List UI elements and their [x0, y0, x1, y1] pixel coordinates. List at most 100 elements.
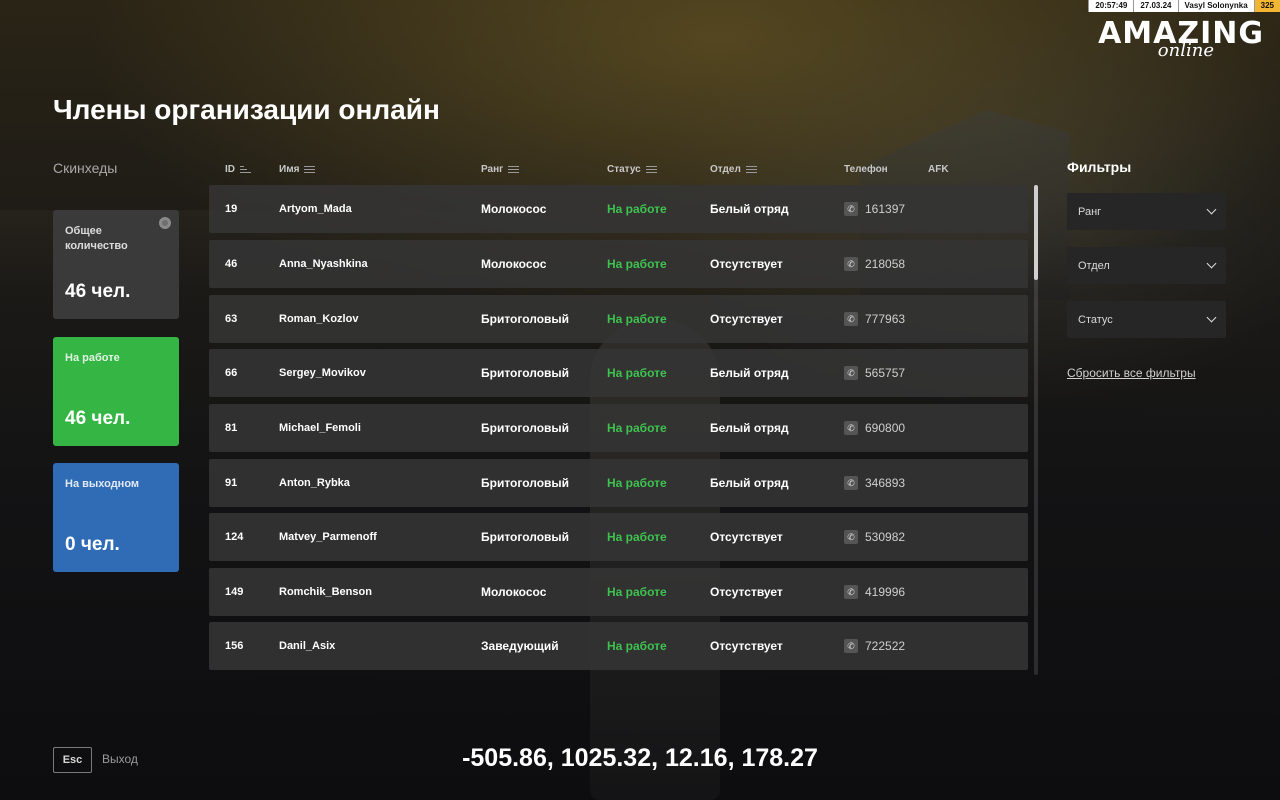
member-dept: Отсутствует — [710, 257, 783, 271]
member-id: 66 — [225, 367, 238, 379]
filter-label: Ранг — [1078, 205, 1102, 218]
table-header: ID Имя Ранг Статус Отдел Телефон AFK — [209, 164, 1028, 178]
scrollbar-thumb[interactable] — [1034, 185, 1038, 280]
reset-filters-link[interactable]: Сбросить все фильтры — [1067, 366, 1196, 380]
member-status: На работе — [607, 639, 667, 653]
member-phone[interactable]: ✆ 419996 — [844, 568, 905, 616]
page-title: Члены организации онлайн — [53, 94, 440, 125]
stat-card-value: 46 чел. — [65, 281, 131, 302]
phone-icon: ✆ — [844, 312, 858, 326]
member-rank: Бритоголовый — [481, 366, 570, 380]
filter-rank-select[interactable]: Ранг — [1067, 193, 1226, 230]
member-dept: Белый отряд — [710, 421, 789, 435]
member-rank: Молокосос — [481, 585, 547, 599]
member-dept: Белый отряд — [710, 476, 789, 490]
table-row[interactable]: 156 Danil_Asix Заведующий На работе Отсу… — [209, 622, 1028, 670]
stat-card-total[interactable]: Общее количество 46 чел. — [53, 210, 179, 319]
sort-icon[interactable] — [745, 165, 757, 174]
stat-card-label: Общее количество — [65, 225, 128, 252]
member-name: Roman_Kozlov — [279, 313, 359, 325]
stat-card-working[interactable]: На работе 46 чел. — [53, 337, 179, 446]
member-phone[interactable]: ✆ 346893 — [844, 459, 905, 507]
column-header-dept[interactable]: Отдел — [710, 164, 757, 175]
phone-icon: ✆ — [844, 530, 858, 544]
member-id: 124 — [225, 531, 244, 543]
member-dept: Белый отряд — [710, 202, 789, 216]
member-rank: Бритоголовый — [481, 530, 570, 544]
column-header-label: AFK — [928, 164, 949, 175]
stat-card-value: 0 чел. — [65, 534, 120, 555]
hud-time: 20:57:49 — [1088, 0, 1134, 12]
sort-icon[interactable] — [508, 165, 520, 174]
member-dept: Отсутствует — [710, 639, 783, 653]
column-header-rank[interactable]: Ранг — [481, 164, 520, 175]
phone-icon: ✆ — [844, 421, 858, 435]
stat-card-off-duty[interactable]: На выходном 0 чел. — [53, 463, 179, 572]
member-status: На работе — [607, 476, 667, 490]
filter-dept-select[interactable]: Отдел — [1067, 247, 1226, 284]
column-header-label: Имя — [279, 164, 300, 175]
member-name: Romchik_Benson — [279, 586, 372, 598]
member-status: На работе — [607, 585, 667, 599]
column-header-label: Отдел — [710, 164, 741, 175]
member-phone[interactable]: ✆ 690800 — [844, 404, 905, 452]
table-row[interactable]: 81 Michael_Femoli Бритоголовый На работе… — [209, 404, 1028, 452]
member-id: 46 — [225, 258, 238, 270]
phone-icon: ✆ — [844, 257, 858, 271]
member-rank: Бритоголовый — [481, 312, 570, 326]
table-row[interactable]: 124 Matvey_Parmenoff Бритоголовый На раб… — [209, 513, 1028, 561]
phone-number: 690800 — [865, 421, 906, 435]
table-row[interactable]: 149 Romchik_Benson Молокосос На работе О… — [209, 568, 1028, 616]
column-header-id[interactable]: ID — [225, 164, 251, 175]
coordinates-readout: -505.86, 1025.32, 12.16, 178.27 — [462, 744, 818, 772]
member-status: На работе — [607, 530, 667, 544]
phone-number: 218058 — [865, 257, 906, 271]
member-name: Sergey_Movikov — [279, 367, 366, 379]
table-row[interactable]: 63 Roman_Kozlov Бритоголовый На работе О… — [209, 295, 1028, 343]
sort-ascending-icon[interactable] — [240, 165, 251, 174]
column-header-label: Телефон — [844, 164, 888, 175]
member-phone[interactable]: ✆ 530982 — [844, 513, 905, 561]
sort-icon[interactable] — [304, 165, 316, 174]
phone-number: 565757 — [865, 366, 906, 380]
member-phone[interactable]: ✆ 565757 — [844, 349, 905, 397]
hud-date: 27.03.24 — [1133, 0, 1178, 12]
column-header-status[interactable]: Статус — [607, 164, 657, 175]
column-header-label: ID — [225, 164, 235, 175]
amazing-online-logo: AMAZING online — [1094, 18, 1264, 64]
member-phone[interactable]: ✆ 161397 — [844, 185, 905, 233]
hud-bar: 20:57:49 27.03.24 Vasyl Solonynka 325 — [1088, 0, 1280, 12]
member-phone[interactable]: ✆ 777963 — [844, 295, 905, 343]
column-header-label: Статус — [607, 164, 641, 175]
member-name: Anton_Rybka — [279, 477, 350, 489]
stat-card-value: 46 чел. — [65, 408, 131, 429]
logo-sub-text: online — [1157, 40, 1214, 61]
phone-icon: ✆ — [844, 202, 858, 216]
member-rank: Молокосос — [481, 257, 547, 271]
member-status: На работе — [607, 312, 667, 326]
member-phone[interactable]: ✆ 218058 — [844, 240, 905, 288]
table-scrollbar[interactable] — [1034, 185, 1038, 675]
filter-label: Статус — [1078, 313, 1113, 326]
member-name: Anna_Nyashkina — [279, 258, 368, 270]
member-id: 156 — [225, 640, 244, 652]
member-dept: Отсутствует — [710, 585, 783, 599]
stat-card-label: На выходном — [65, 478, 140, 490]
table-row[interactable]: 19 Artyom_Mada Молокосос На работе Белый… — [209, 185, 1028, 233]
filter-status-select[interactable]: Статус — [1067, 301, 1226, 338]
member-rank: Молокосос — [481, 202, 547, 216]
member-phone[interactable]: ✆ 722522 — [844, 622, 905, 670]
filter-label: Отдел — [1078, 259, 1110, 272]
table-row[interactable]: 46 Anna_Nyashkina Молокосос На работе От… — [209, 240, 1028, 288]
stat-card-label: На работе — [65, 352, 120, 364]
chevron-down-icon — [1206, 312, 1217, 323]
column-header-name[interactable]: Имя — [279, 164, 316, 175]
member-rank: Заведующий — [481, 639, 559, 653]
member-rank: Бритоголовый — [481, 421, 570, 435]
table-row[interactable]: 91 Anton_Rybka Бритоголовый На работе Бе… — [209, 459, 1028, 507]
column-header-phone: Телефон — [844, 164, 888, 175]
member-name: Danil_Asix — [279, 640, 336, 652]
member-dept: Отсутствует — [710, 312, 783, 326]
sort-icon[interactable] — [645, 165, 657, 174]
table-row[interactable]: 66 Sergey_Movikov Бритоголовый На работе… — [209, 349, 1028, 397]
